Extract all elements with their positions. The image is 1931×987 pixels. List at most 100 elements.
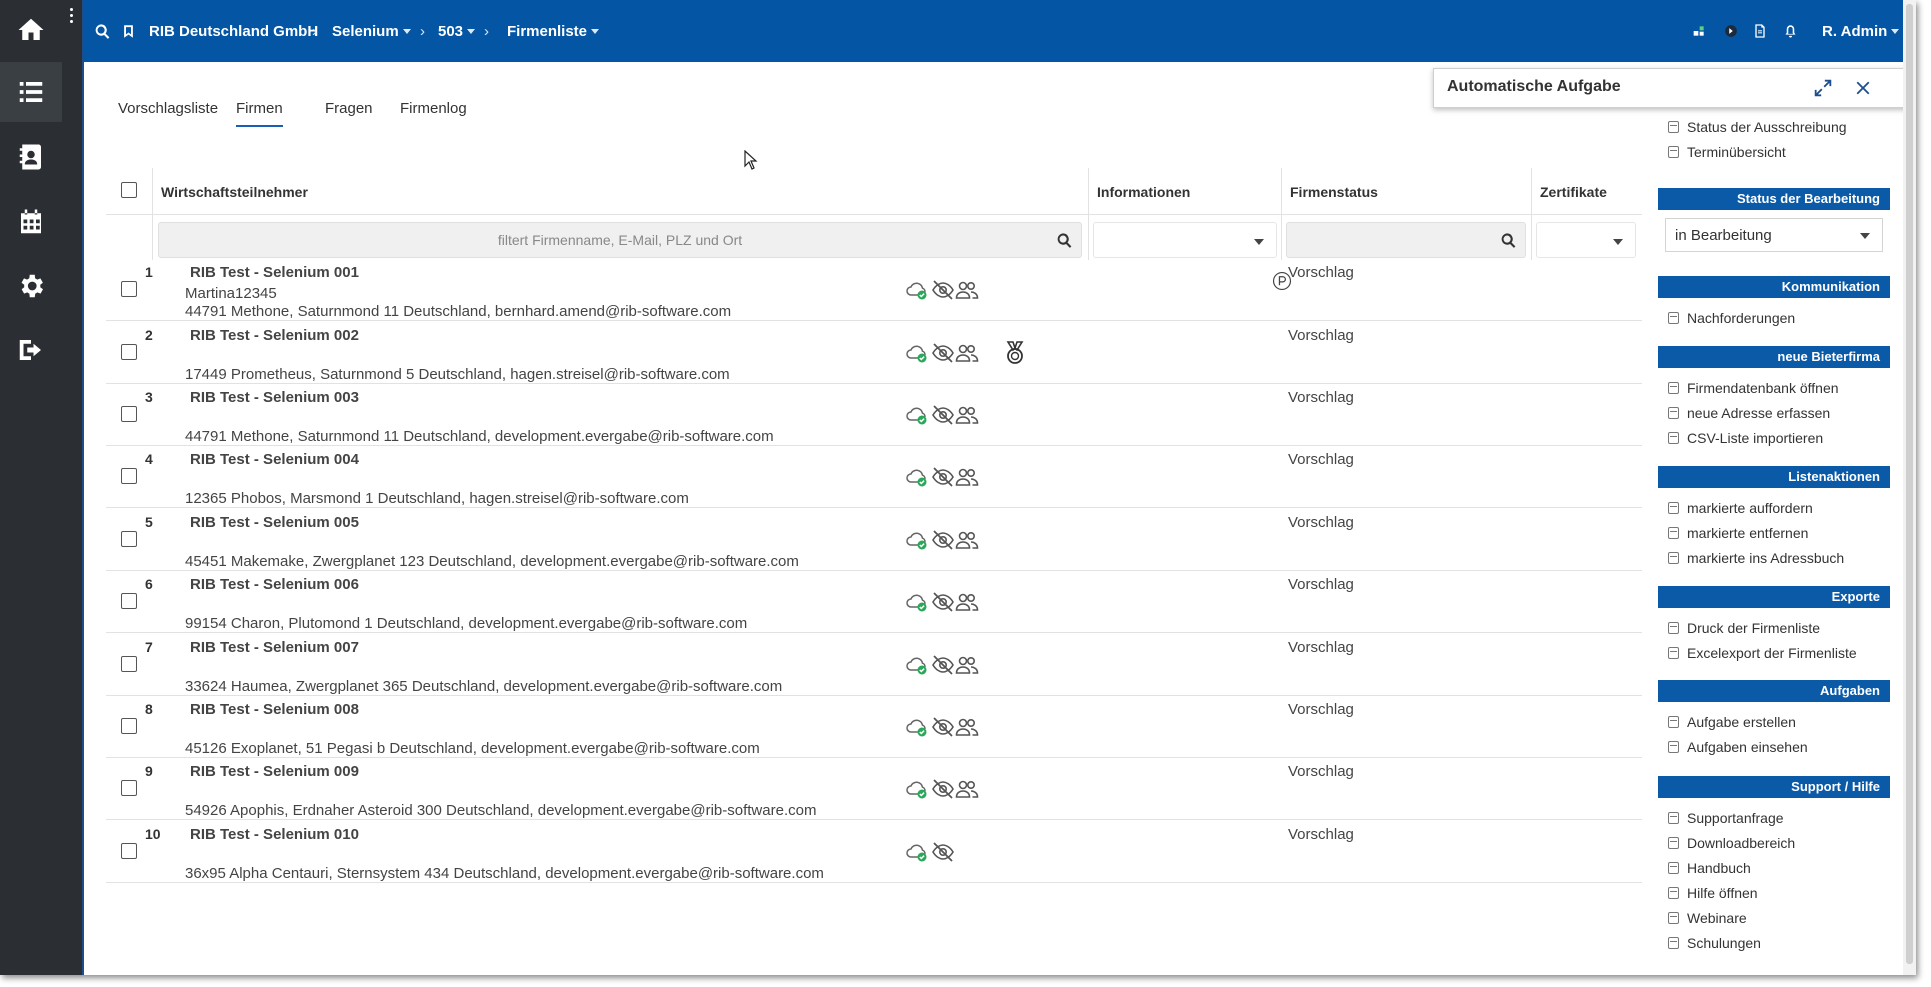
users-icon[interactable] [954, 402, 980, 428]
tab-vorschlagsliste[interactable]: Vorschlagsliste [118, 100, 218, 125]
row-checkbox[interactable] [121, 656, 137, 672]
table-row[interactable]: 3 RIB Test - Selenium 003 44791 Methone, S… [106, 384, 1642, 446]
cloud-check-icon[interactable] [904, 464, 930, 490]
table-row[interactable]: 10 RIB Test - Selenium 010 36x95 Alpha Cen… [106, 821, 1642, 883]
cloud-check-icon[interactable] [904, 714, 930, 740]
company-name[interactable]: RIB Test - Selenium 010 [190, 826, 359, 843]
panel-link[interactable]: markierte entfernen [1668, 525, 1808, 541]
bookmark-icon[interactable] [121, 0, 136, 62]
p-circle-icon[interactable] [1271, 270, 1293, 292]
tab-firmenlog[interactable]: Firmenlog [400, 100, 467, 125]
eye-off-icon[interactable] [930, 464, 956, 490]
apps-icon[interactable] [1691, 0, 1707, 62]
table-row[interactable]: 2 RIB Test - Selenium 002 17449 Prometheus… [106, 322, 1642, 384]
list-icon[interactable] [0, 62, 62, 122]
company-name[interactable]: RIB Test - Selenium 001 [190, 264, 359, 281]
company-name[interactable]: RIB Test - Selenium 006 [190, 576, 359, 593]
processing-status-select[interactable]: in Bearbeitung [1665, 218, 1883, 252]
company-name[interactable]: RIB Test - Selenium 002 [190, 327, 359, 344]
panel-link[interactable]: Handbuch [1668, 860, 1751, 876]
bell-icon[interactable] [1783, 0, 1798, 62]
tab-fragen[interactable]: Fragen [325, 100, 373, 125]
home-icon[interactable] [0, 0, 62, 60]
table-row[interactable]: 4 RIB Test - Selenium 004 12365 Phobos, Ma… [106, 446, 1642, 508]
users-icon[interactable] [954, 277, 980, 303]
company-name[interactable]: RIB Test - Selenium 007 [190, 639, 359, 656]
users-icon[interactable] [954, 527, 980, 553]
company-name[interactable]: RIB Test - Selenium 003 [190, 389, 359, 406]
column-header-info[interactable]: Informationen [1097, 184, 1190, 200]
users-icon[interactable] [954, 714, 980, 740]
panel-link[interactable]: markierte auffordern [1668, 500, 1813, 516]
row-checkbox[interactable] [121, 593, 137, 609]
table-row[interactable]: 9 RIB Test - Selenium 009 54926 Apophis, E… [106, 758, 1642, 820]
search-input[interactable] [159, 223, 1081, 257]
row-checkbox[interactable] [121, 780, 137, 796]
eye-off-icon[interactable] [930, 652, 956, 678]
table-row[interactable]: 6 RIB Test - Selenium 006 99154 Charon, Pl… [106, 571, 1642, 633]
panel-link[interactable]: Schulungen [1668, 935, 1761, 951]
cloud-check-icon[interactable] [904, 776, 930, 802]
panel-link[interactable]: Excelexport der Firmenliste [1668, 645, 1857, 661]
panel-link[interactable]: Hilfe öffnen [1668, 885, 1758, 901]
panel-link[interactable]: Terminübersicht [1668, 144, 1786, 160]
search-icon[interactable] [1500, 232, 1517, 249]
eye-off-icon[interactable] [930, 527, 956, 553]
cloud-check-icon[interactable] [904, 839, 930, 865]
cloud-check-icon[interactable] [904, 652, 930, 678]
cloud-check-icon[interactable] [904, 402, 930, 428]
panel-link[interactable]: Aufgabe erstellen [1668, 714, 1796, 730]
expand-icon[interactable] [1812, 77, 1834, 99]
row-checkbox[interactable] [121, 843, 137, 859]
row-checkbox[interactable] [121, 531, 137, 547]
user-menu[interactable]: R. Admin [1822, 0, 1900, 62]
users-icon[interactable] [954, 464, 980, 490]
scrollbar-thumb[interactable] [1906, 4, 1913, 964]
column-header-certs[interactable]: Zertifikate [1540, 184, 1607, 200]
panel-link[interactable]: Aufgaben einsehen [1668, 739, 1808, 755]
eye-off-icon[interactable] [930, 776, 956, 802]
column-header-participant[interactable]: Wirtschaftsteilnehmer [161, 184, 308, 200]
panel-link[interactable]: Nachforderungen [1668, 310, 1795, 326]
info-filter-select[interactable] [1093, 222, 1277, 258]
close-icon[interactable] [1852, 77, 1874, 99]
contacts-icon[interactable] [0, 127, 62, 187]
panel-link[interactable]: Druck der Firmenliste [1668, 620, 1820, 636]
users-icon[interactable] [954, 652, 980, 678]
table-row[interactable]: 8 RIB Test - Selenium 008 45126 Exoplanet,… [106, 696, 1642, 758]
cloud-check-icon[interactable] [904, 589, 930, 615]
document-icon[interactable] [1752, 0, 1768, 62]
eye-off-icon[interactable] [930, 402, 956, 428]
panel-link[interactable]: neue Adresse erfassen [1668, 405, 1830, 421]
gear-icon[interactable] [0, 256, 62, 316]
eye-off-icon[interactable] [930, 340, 956, 366]
eye-off-icon[interactable] [930, 277, 956, 303]
medal-icon[interactable] [1002, 340, 1028, 366]
panel-link[interactable]: markierte ins Adressbuch [1668, 550, 1844, 566]
certs-filter-select[interactable] [1536, 222, 1636, 258]
row-checkbox[interactable] [121, 406, 137, 422]
panel-link[interactable]: Firmendatenbank öffnen [1668, 380, 1839, 396]
menu-dots-icon[interactable] [64, 8, 78, 28]
breadcrumb-company[interactable]: RIB Deutschland GmbH [149, 0, 318, 62]
users-icon[interactable] [954, 340, 980, 366]
panel-link[interactable]: Webinare [1668, 910, 1747, 926]
panel-link[interactable]: Downloadbereich [1668, 835, 1795, 851]
logout-icon[interactable] [0, 320, 62, 380]
users-icon[interactable] [954, 589, 980, 615]
eye-off-icon[interactable] [930, 589, 956, 615]
eye-off-icon[interactable] [930, 714, 956, 740]
company-name[interactable]: RIB Test - Selenium 005 [190, 514, 359, 531]
table-row[interactable]: 5 RIB Test - Selenium 005 45451 Makemake, … [106, 509, 1642, 571]
column-header-status[interactable]: Firmenstatus [1290, 184, 1378, 200]
search-icon[interactable] [94, 0, 111, 62]
row-checkbox[interactable] [121, 468, 137, 484]
table-row[interactable]: 1 RIB Test - Selenium 001 Martina12345 4479… [106, 259, 1642, 321]
panel-link[interactable]: CSV-Liste importieren [1668, 430, 1823, 446]
status-filter-input[interactable] [1287, 223, 1525, 257]
breadcrumb-page[interactable]: Firmenliste [507, 0, 600, 62]
company-name[interactable]: RIB Test - Selenium 009 [190, 763, 359, 780]
cloud-check-icon[interactable] [904, 277, 930, 303]
cloud-check-icon[interactable] [904, 527, 930, 553]
panel-link[interactable]: Supportanfrage [1668, 810, 1784, 826]
